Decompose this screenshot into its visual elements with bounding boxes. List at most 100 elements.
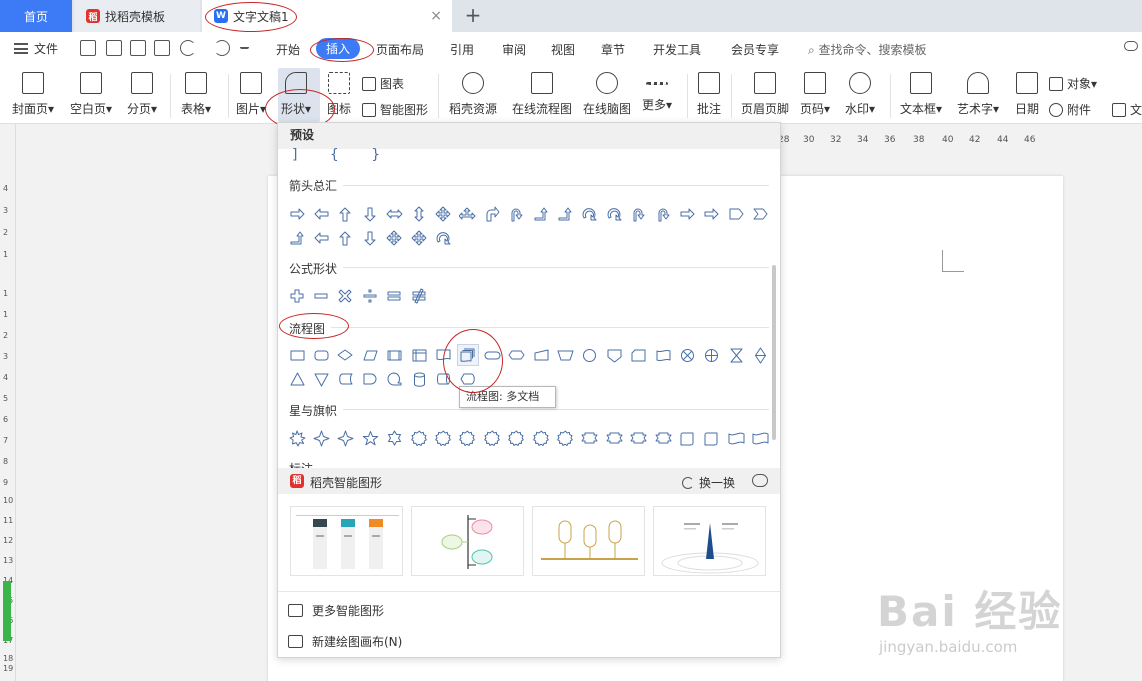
blank-page-button[interactable]: 空白页▾ [70,66,112,117]
close-icon[interactable]: × [430,8,442,24]
shape-option-seal[interactable] [432,427,454,449]
shape-option-circ[interactable] [579,203,601,225]
smart-graphic-thumbnail[interactable] [411,506,524,576]
redo-icon[interactable] [214,40,230,56]
print-preview-icon[interactable] [154,40,170,56]
smart-graphic-button[interactable]: 智能图形 [362,101,428,118]
shape-option-uturn[interactable] [506,203,528,225]
icon-button[interactable]: 图标 [327,66,351,117]
save-icon[interactable] [80,40,96,56]
cloud-icon[interactable] [1124,41,1138,51]
shape-option-stored[interactable] [335,368,357,390]
attachment-button[interactable]: 附件 [1049,101,1091,118]
shape-option-arrow-l[interactable] [310,203,332,225]
shape-option-plus[interactable] [286,285,308,307]
header-footer-button[interactable]: 页眉页脚 [741,66,789,117]
tab-document[interactable]: W 文字文稿1 × [202,0,452,32]
shape-option-extract[interactable] [286,368,308,390]
menu-references[interactable]: 引用 [450,41,474,58]
shape-option-arrow-ud[interactable] [408,203,430,225]
shape-option-circle[interactable] [579,344,601,366]
shape-option-arrow-d[interactable] [359,203,381,225]
shape-option-seal[interactable] [408,427,430,449]
shape-option-seal[interactable] [506,427,528,449]
shape-option-burst[interactable] [286,427,308,449]
menu-review[interactable]: 审阅 [502,41,526,58]
menu-member[interactable]: 会员专享 [731,41,779,58]
shape-option-para[interactable] [359,344,381,366]
shape-option-tape[interactable] [652,344,674,366]
tab-template[interactable]: 稻 找稻壳模板 [74,0,200,32]
smart-graphic-thumbnail[interactable] [653,506,766,576]
shape-option-ribbon[interactable] [603,427,625,449]
shape-option-diam[interactable] [335,344,357,366]
shape-option-circ[interactable] [432,227,454,249]
print-icon[interactable] [130,40,146,56]
textbox-button[interactable]: 文本框▾ [900,66,942,117]
menu-page-layout[interactable]: 页面布局 [376,41,424,58]
shape-option-sort[interactable] [749,344,771,366]
shape-option-or[interactable] [701,344,723,366]
shape-option-div[interactable] [359,285,381,307]
shape-option-corner[interactable] [554,203,576,225]
shape-option-cross[interactable] [432,203,454,225]
shape-option-seal[interactable] [481,427,503,449]
smart-graphic-thumbnail[interactable] [532,506,645,576]
shape-option-arrow-r[interactable] [701,203,723,225]
shape-option-ribbon[interactable] [652,427,674,449]
shape-option-pent[interactable] [725,203,747,225]
shape-option-mult[interactable] [335,285,357,307]
smart-graphic-thumbnail[interactable] [290,506,403,576]
menu-chapter[interactable]: 章节 [601,41,625,58]
shape-option-ribbon[interactable] [579,427,601,449]
shape-option-corner[interactable] [530,203,552,225]
table-button[interactable]: 表格▾ [181,66,211,117]
shape-option-eq[interactable] [384,285,406,307]
file-menu[interactable]: 文件 [14,40,58,57]
cover-page-button[interactable]: 封面页▾ [12,66,54,117]
shape-option-seal[interactable] [530,427,552,449]
online-flowchart-button[interactable]: 在线流程图 [512,66,572,117]
shape-option-star6[interactable] [384,427,406,449]
shape-option-uturn[interactable] [627,203,649,225]
shape-option-arrow-r[interactable] [286,203,308,225]
shape-option-arrow-l[interactable] [310,227,332,249]
customize-quick-access-icon[interactable] [240,40,249,49]
shape-option-trap[interactable] [554,344,576,366]
menu-insert[interactable]: 插入 [316,38,361,59]
page-number-button[interactable]: 页码▾ [800,66,830,117]
shape-option-wave[interactable] [725,427,747,449]
shape-option-star4[interactable] [335,427,357,449]
shape-option-neq[interactable] [408,285,430,307]
menu-developer[interactable]: 开发工具 [653,41,701,58]
shape-option-minus[interactable] [310,285,332,307]
shape-option-arrow-r[interactable] [676,203,698,225]
date-button[interactable]: 日期 [1015,66,1039,117]
menu-view[interactable]: 视图 [551,41,575,58]
shape-option-arrow-d[interactable] [359,227,381,249]
shape-option-uturn[interactable] [652,203,674,225]
shape-option-scroll[interactable] [701,427,723,449]
watermark-button[interactable]: 水印▾ [845,66,875,117]
feedback-icon[interactable] [752,474,768,487]
comment-button[interactable]: 批注 [697,66,721,117]
shape-option-offpage[interactable] [603,344,625,366]
shape-button[interactable]: 形状▾ [281,66,311,117]
shape-option-direct[interactable] [432,368,454,390]
shape-option-star5[interactable] [359,427,381,449]
shape-option-arrow-u[interactable] [335,203,357,225]
shape-option-sumj[interactable] [676,344,698,366]
shape-option-multidoc[interactable] [456,344,480,366]
shape-option-cross[interactable] [384,227,406,249]
shape-option-rrect[interactable] [310,344,332,366]
shape-option-arrow-lr[interactable] [384,203,406,225]
undo-icon[interactable] [180,40,196,56]
shape-option-tri[interactable] [457,203,479,225]
shape-option-doc[interactable] [432,344,454,366]
shape-option-cross[interactable] [408,227,430,249]
object-button[interactable]: 对象▾ [1049,75,1097,92]
menu-start[interactable]: 开始 [276,41,300,58]
picture-button[interactable]: 图片▾ [236,66,266,117]
more-smart-graphics-item[interactable]: 更多智能图形 [288,602,384,619]
shape-option-collate[interactable] [725,344,747,366]
